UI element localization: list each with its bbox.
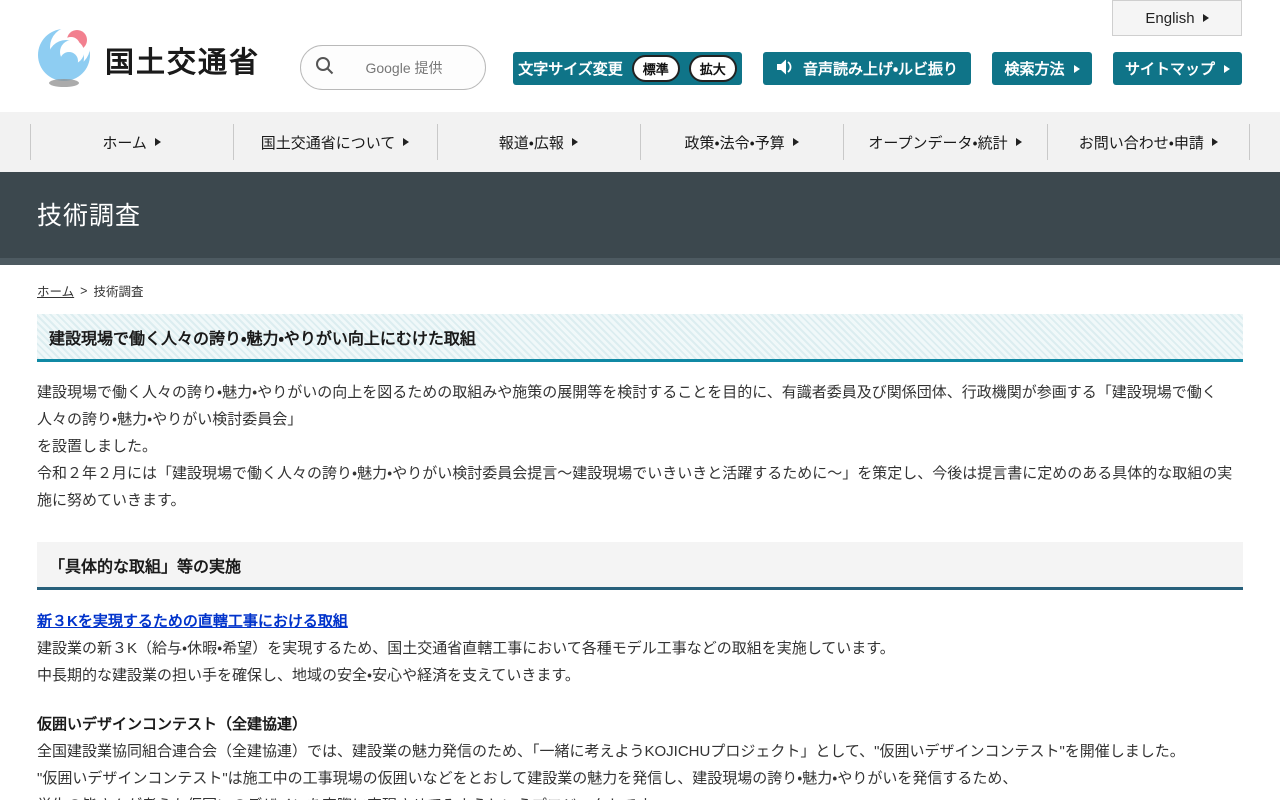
english-button[interactable]: English [1112, 0, 1242, 36]
search-method-button[interactable]: 検索方法 [992, 52, 1092, 85]
arrow-right-icon [154, 138, 161, 146]
breadcrumb: ホーム > 技術調査 [37, 281, 1243, 300]
search-method-label: 検索方法 [1004, 61, 1065, 78]
nav-item-label: お問い合わせ・申請 [1078, 134, 1204, 152]
font-size-standard-button[interactable]: 標準 [631, 55, 680, 82]
page: English 国土交通省 Google 提供 文字サイズ変更 標準 拡大 音声… [0, 0, 1280, 800]
paragraph-line: 全国建設業協同組合連合会（全建協連）では、建設業の魅力発信のため、「一緒に考えよ… [37, 743, 1185, 760]
breadcrumb-home-link[interactable]: ホーム [37, 281, 74, 300]
font-size-large-button[interactable]: 拡大 [688, 55, 737, 82]
new3k-paragraph: 建設業の新３K（給与・休暇・希望）を実現するため、国土交通省直轄工事において各種… [37, 635, 1243, 689]
logo-text: 国土交通省 [105, 46, 261, 79]
site-header: English 国土交通省 Google 提供 文字サイズ変更 標準 拡大 音声… [0, 0, 1280, 112]
sitemap-label: サイトマップ [1124, 61, 1215, 78]
site-search[interactable] [300, 45, 486, 90]
nav-item-label: ホーム [102, 134, 147, 152]
paragraph-line: 令和２年２月には「建設現場で働く人々の誇り・魅力・やりがい検討委員会提言～建設現… [37, 465, 1233, 509]
breadcrumb-separator: > [80, 283, 88, 298]
page-banner: 技術調査 [0, 172, 1280, 265]
paragraph-line: "仮囲いデザインコンテスト"は施工中の工事現場の仮囲いなどをとおして建設業の魅力… [37, 770, 1018, 787]
arrow-right-icon [792, 138, 799, 146]
paragraph-line: を設置しました。 [37, 438, 158, 455]
paragraph-line: 建設業の新３K（給与・休暇・希望）を実現するため、国土交通省直轄工事において各種… [37, 640, 895, 657]
main-content: 建設現場で働く人々の誇り・魅力・やりがい向上にむけた取組 建設現場で働く人々の誇… [37, 314, 1243, 800]
global-nav: ホーム 国土交通省について 報道・広報 政策・法令・予算 オープンデータ・統計 … [0, 112, 1280, 172]
mlit-logo-icon [35, 26, 95, 93]
paragraph-line: 中長期的な建設業の担い手を確保し、地域の安全・安心や経済を支えていきます。 [37, 667, 580, 684]
nav-item-label: 報道・広報 [498, 134, 564, 152]
arrow-right-icon [1073, 64, 1080, 73]
english-button-label: English [1145, 9, 1195, 27]
sitemap-button[interactable]: サイトマップ [1113, 52, 1242, 85]
nav-item-opendata[interactable]: オープンデータ・統計 [843, 112, 1046, 172]
nav-item-press[interactable]: 報道・広報 [436, 112, 640, 172]
nav-item-about[interactable]: 国土交通省について [233, 112, 436, 172]
font-size-button[interactable]: 文字サイズ変更 標準 拡大 [513, 52, 742, 85]
nav-item-home[interactable]: ホーム [30, 112, 233, 172]
nav-item-label: 国土交通省について [260, 134, 396, 152]
arrow-right-icon [1202, 14, 1209, 22]
search-icon [315, 56, 334, 80]
paragraph-line: 建設現場で働く人々の誇り・魅力・やりがいの向上を図るための取組みや施策の展開等を… [37, 384, 1217, 428]
arrow-right-icon [403, 138, 410, 146]
arrow-right-icon [571, 138, 578, 146]
nav-item-label: オープンデータ・統計 [868, 134, 1008, 152]
nav-item-contact[interactable]: お問い合わせ・申請 [1046, 112, 1251, 172]
nav-item-policy[interactable]: 政策・法令・予算 [639, 112, 843, 172]
section1-heading: 建設現場で働く人々の誇り・魅力・やりがい向上にむけた取組 [37, 314, 1243, 362]
site-logo[interactable]: 国土交通省 [35, 26, 260, 93]
paragraph-line: 学生の皆さんが考えた仮囲いのデザインを実際に実現させてみようというプロジェクトで… [37, 792, 1243, 800]
speaker-icon [776, 59, 794, 79]
section2-heading: 「具体的な取組」等の実施 [37, 542, 1243, 590]
search-input[interactable] [344, 59, 464, 76]
tts-ruby-label: 音声読み上げ・ルビ振り [802, 61, 959, 78]
arrow-right-icon [1015, 138, 1022, 146]
tts-ruby-button[interactable]: 音声読み上げ・ルビ振り [763, 52, 971, 85]
contest-subheading: 仮囲いデザインコンテスト（全建協連） [37, 716, 308, 733]
banner-strip [0, 258, 1280, 265]
breadcrumb-current: 技術調査 [93, 285, 144, 299]
contest-paragraph: 全国建設業協同組合連合会（全建協連）では、建設業の魅力発信のため、「一緒に考えよ… [37, 738, 1243, 800]
font-size-label: 文字サイズ変更 [518, 61, 623, 78]
nav-item-label: 政策・法令・予算 [684, 134, 785, 152]
arrow-right-icon [1211, 138, 1218, 146]
page-title: 技術調査 [37, 202, 142, 230]
new3k-link[interactable]: 新３Kを実現するための直轄工事における取組 [37, 610, 348, 631]
section1-paragraph: 建設現場で働く人々の誇り・魅力・やりがいの向上を図るための取組みや施策の展開等を… [37, 379, 1243, 514]
arrow-right-icon [1224, 64, 1230, 73]
